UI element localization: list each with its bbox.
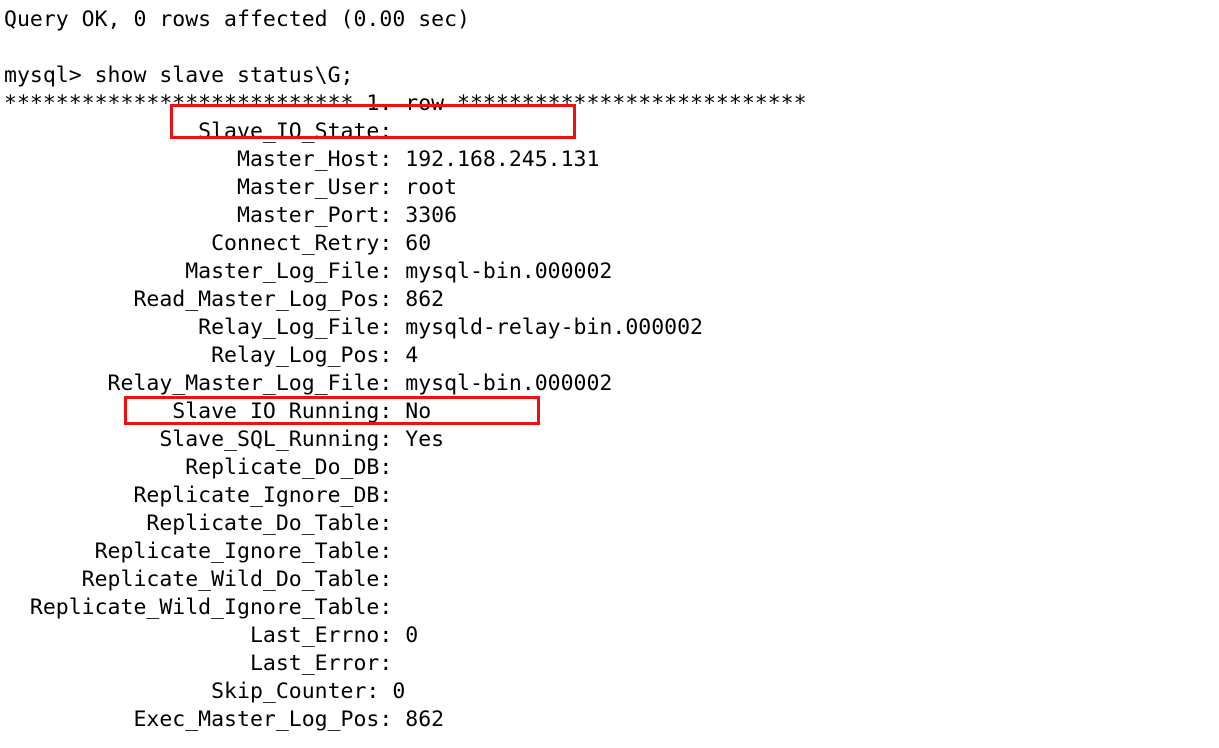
terminal-line: Query OK, 0 rows affected (0.00 sec) [4,7,470,32]
terminal-line-master-log-file: Master_Log_File: mysql-bin.000002 [4,259,613,284]
terminal-line-slave-io-state: Slave_IO_State: [4,119,406,144]
terminal-line-command: mysql> show slave status\G; [4,63,354,88]
terminal-line-exec-master-log-pos: Exec_Master_Log_Pos: 862 [4,707,445,732]
terminal-line-replicate-do-table: Replicate_Do_Table: [4,511,406,536]
terminal-line-relay-log-file: Relay_Log_File: mysqld-relay-bin.000002 [4,315,703,340]
terminal-line-master-user: Master_User: root [4,175,458,200]
terminal-line-master-port: Master_Port: 3306 [4,203,458,228]
terminal-line-replicate-ignore-db: Replicate_Ignore_DB: [4,483,406,508]
terminal-line-slave-sql-running: Slave_SQL_Running: Yes [4,427,445,452]
terminal-line-last-errno: Last_Errno: 0 [4,623,419,648]
terminal-line-master-host: Master_Host: 192.168.245.131 [4,147,600,172]
terminal-line-connect-retry: Connect_Retry: 60 [4,231,432,256]
terminal-line-replicate-ignore-table: Replicate_Ignore_Table: [4,539,406,564]
terminal-line-row-separator: *************************** 1. row *****… [4,91,807,116]
terminal-line-relay-log-pos: Relay_Log_Pos: 4 [4,343,419,368]
terminal-line-replicate-wild-do-table: Replicate_Wild_Do_Table: [4,567,406,592]
terminal-line-skip-counter: Skip_Counter: 0 [4,679,406,704]
terminal-line-replicate-do-db: Replicate_Do_DB: [4,455,406,480]
terminal-line-slave-io-running: Slave_IO_Running: No [4,399,432,424]
terminal-line-last-error: Last_Error: [4,651,406,676]
terminal-line-relay-master-log-file: Relay_Master_Log_File: mysql-bin.000002 [4,371,613,396]
terminal-line-replicate-wild-ignore-table: Replicate_Wild_Ignore_Table: [4,595,406,620]
terminal-output: Query OK, 0 rows affected (0.00 sec) mys… [0,0,1219,748]
terminal-line-read-master-log-pos: Read_Master_Log_Pos: 862 [4,287,445,312]
